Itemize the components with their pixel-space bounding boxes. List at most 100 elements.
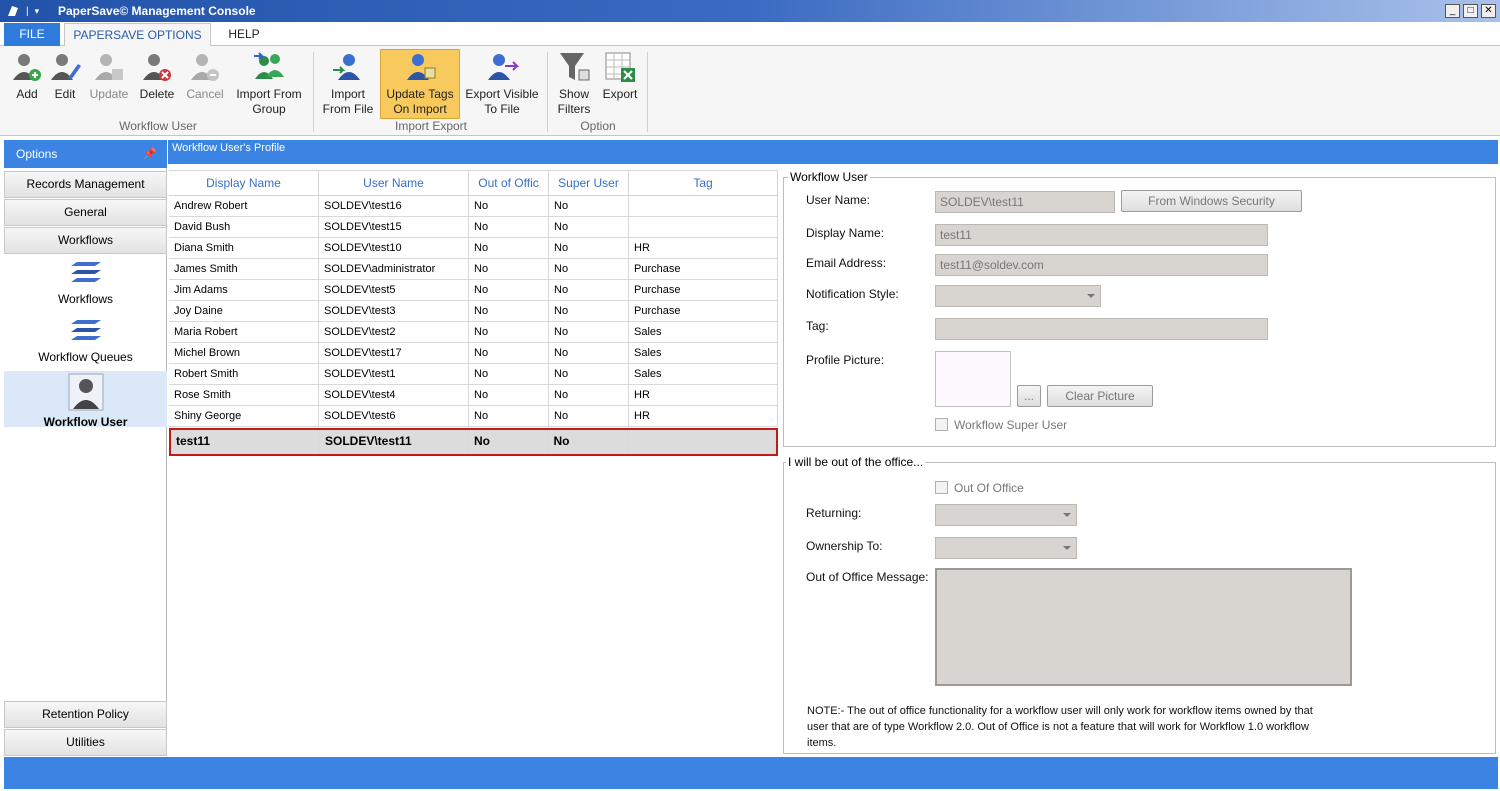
table-cell: Diana Smith — [169, 238, 319, 258]
tab-papersave-options[interactable]: PAPERSAVE OPTIONS — [64, 23, 211, 47]
table-row[interactable]: Rose Smith SOLDEV\test4 No No HR — [169, 385, 778, 406]
table-row[interactable]: Joy Daine SOLDEV\test3 No No Purchase — [169, 301, 778, 322]
close-button[interactable]: ✕ — [1481, 4, 1496, 18]
update-button[interactable]: Update — [86, 50, 132, 118]
excel-export-icon — [605, 52, 635, 82]
update-tags-on-import-button[interactable]: Update Tags On Import — [380, 49, 460, 119]
browse-picture-button[interactable]: ... — [1017, 385, 1041, 407]
tab-file[interactable]: FILE — [4, 23, 60, 46]
table-cell: No — [549, 196, 629, 216]
workflow-queues-icon — [70, 320, 101, 340]
workflow-super-user-checkbox[interactable] — [935, 418, 948, 431]
table-cell: Jim Adams — [169, 280, 319, 300]
nav-records-management[interactable]: Records Management — [4, 171, 167, 198]
quick-access-dropdown-icon[interactable]: ▾ — [35, 6, 40, 17]
table-row[interactable]: James Smith SOLDEV\administrator No No Purch… — [169, 259, 778, 280]
table-cell: SOLDEV\test1 — [319, 364, 469, 384]
table-cell — [629, 217, 778, 237]
nav-workflows-section[interactable]: Workflows — [4, 227, 167, 254]
column-header-tag[interactable]: Tag — [629, 171, 778, 195]
cancel-button[interactable]: Cancel — [182, 50, 228, 118]
cancel-label: Cancel — [186, 87, 224, 101]
ribbon: Add Edit Update Delete Cancel Import Fro… — [0, 46, 1500, 136]
user-name-field[interactable]: SOLDEV\test11 — [935, 191, 1115, 213]
nav-retention-policy[interactable]: Retention Policy — [4, 701, 167, 728]
edit-button[interactable]: Edit — [48, 50, 82, 118]
table-cell: No — [548, 430, 628, 454]
minimize-button[interactable]: _ — [1445, 4, 1460, 18]
table-cell — [629, 196, 778, 216]
returning-date-select[interactable] — [935, 504, 1077, 526]
group-separator — [313, 52, 314, 132]
export-visible-label-1: Export Visible — [465, 87, 539, 101]
from-windows-security-button[interactable]: From Windows Security — [1121, 190, 1302, 212]
show-filters-button[interactable]: Show Filters — [554, 50, 594, 118]
table-row[interactable]: Michel Brown SOLDEV\test17 No No Sales — [169, 343, 778, 364]
table-cell: SOLDEV\test6 — [319, 406, 469, 426]
import-from-group-button[interactable]: Import From Group — [232, 50, 306, 118]
export-visible-to-file-button[interactable]: Export Visible To File — [464, 50, 540, 118]
out-of-office-legend: I will be out of the office... — [786, 455, 926, 469]
nav-item-workflows[interactable]: Workflows — [4, 260, 167, 312]
import-from-file-button[interactable]: Import From File — [320, 50, 376, 118]
table-cell: HR — [629, 406, 778, 426]
tag-field[interactable] — [935, 318, 1268, 340]
export-file-icon — [488, 54, 519, 80]
notification-style-select[interactable] — [935, 285, 1101, 307]
table-cell: Purchase — [629, 301, 778, 321]
table-cell: Shiny George — [169, 406, 319, 426]
table-cell: SOLDEV\administrator — [319, 259, 469, 279]
options-panel: Options 📌 Records Management General Wor… — [4, 140, 167, 756]
nav-utilities[interactable]: Utilities — [4, 729, 167, 756]
group-label-workflow-user: Workflow User — [119, 119, 197, 133]
delete-button[interactable]: Delete — [136, 50, 178, 118]
table-cell: SOLDEV\test2 — [319, 322, 469, 342]
email-address-label: Email Address: — [806, 256, 887, 270]
table-cell: No — [469, 196, 549, 216]
cancel-user-icon — [191, 54, 219, 81]
table-cell: Joy Daine — [169, 301, 319, 321]
page-title: Workflow User's Profile — [168, 140, 1498, 164]
export-button[interactable]: Export — [600, 50, 640, 118]
column-header-display-name[interactable]: Display Name — [169, 171, 319, 195]
out-of-office-message-field[interactable] — [935, 568, 1352, 686]
edit-label: Edit — [54, 87, 76, 101]
email-address-field[interactable]: test11@soldev.com — [935, 254, 1268, 276]
nav-general[interactable]: General — [4, 199, 167, 226]
table-cell: Purchase — [629, 259, 778, 279]
nav-item-workflow-user[interactable]: Workflow User — [4, 371, 167, 429]
tab-help[interactable]: HELP — [216, 23, 272, 46]
table-row[interactable]: Robert Smith SOLDEV\test1 No No Sales — [169, 364, 778, 385]
table-row[interactable]: David Bush SOLDEV\test15 No No — [169, 217, 778, 238]
pin-icon[interactable]: 📌 — [143, 140, 157, 168]
column-header-super-user[interactable]: Super User — [549, 171, 629, 195]
clear-picture-button[interactable]: Clear Picture — [1047, 385, 1153, 407]
table-cell: Purchase — [629, 280, 778, 300]
table-cell: SOLDEV\test10 — [319, 238, 469, 258]
ownership-to-select[interactable] — [935, 537, 1077, 559]
display-name-field[interactable]: test11 — [935, 224, 1268, 246]
returning-label: Returning: — [806, 506, 862, 520]
table-row-selected[interactable]: test11 SOLDEV\test11 No No — [169, 428, 778, 456]
table-row[interactable]: Andrew Robert SOLDEV\test16 No No — [169, 196, 778, 217]
nav-item-workflow-queues[interactable]: Workflow Queues — [4, 318, 167, 370]
table-cell: test11 — [171, 430, 320, 454]
table-cell: SOLDEV\test17 — [319, 343, 469, 363]
table-row[interactable]: Diana Smith SOLDEV\test10 No No HR — [169, 238, 778, 259]
out-of-office-checkbox[interactable] — [935, 481, 948, 494]
add-button[interactable]: Add — [8, 50, 46, 118]
maximize-button[interactable]: □ — [1463, 4, 1478, 18]
app-icon[interactable] — [6, 4, 20, 18]
filter-icon — [560, 53, 590, 81]
table-row[interactable]: Maria Robert SOLDEV\test2 No No Sales — [169, 322, 778, 343]
table-row[interactable]: Shiny George SOLDEV\test6 No No HR — [169, 406, 778, 427]
table-row[interactable]: Jim Adams SOLDEV\test5 No No Purchase — [169, 280, 778, 301]
table-cell: SOLDEV\test3 — [319, 301, 469, 321]
window-title: PaperSave© Management Console — [58, 4, 256, 18]
table-cell: No — [469, 280, 549, 300]
nav-item-workflows-label: Workflows — [57, 292, 114, 306]
import-file-icon — [333, 54, 360, 80]
column-header-out-of-office[interactable]: Out of Offic — [469, 171, 549, 195]
ownership-to-label: Ownership To: — [806, 539, 883, 553]
column-header-user-name[interactable]: User Name — [319, 171, 469, 195]
